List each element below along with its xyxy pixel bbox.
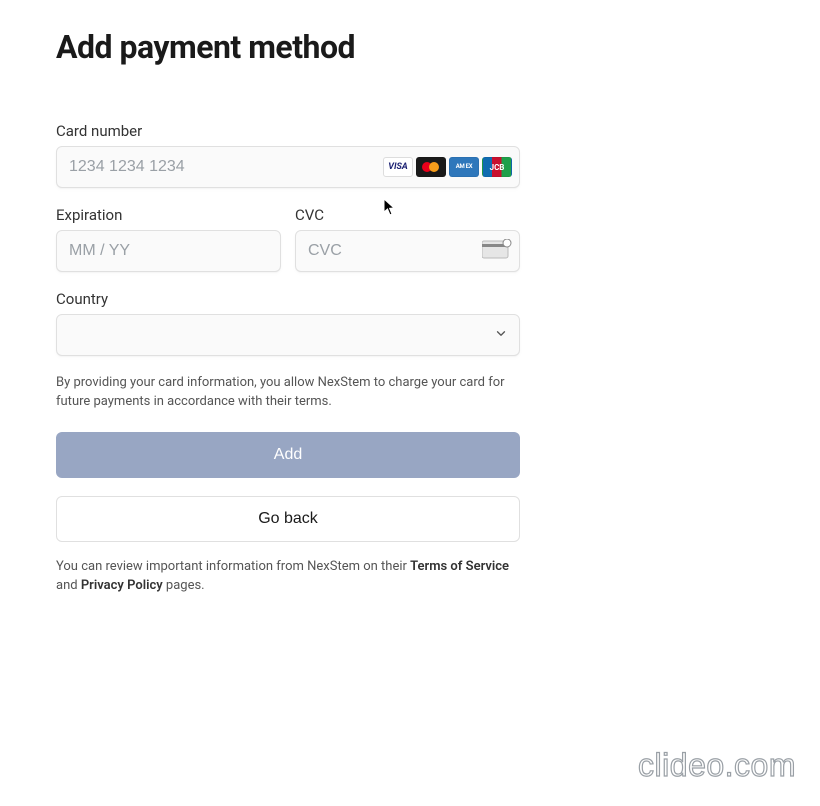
go-back-button[interactable]: Go back <box>56 496 520 542</box>
add-button[interactable]: Add <box>56 432 520 478</box>
legal-text: You can review important information fro… <box>56 558 520 596</box>
watermark: clideo.com <box>638 747 796 784</box>
privacy-policy-link[interactable]: Privacy Policy <box>81 578 163 593</box>
visa-icon: VISA <box>383 157 413 177</box>
page-title: Add payment method <box>56 28 764 66</box>
country-select[interactable] <box>56 314 520 356</box>
disclosure-text: By providing your card information, you … <box>56 374 520 412</box>
terms-of-service-link[interactable]: Terms of Service <box>410 559 509 574</box>
payment-form: Card number VISA AM EX JCB Expiration CV… <box>56 122 520 595</box>
legal-conj: and <box>56 578 81 593</box>
cvc-card-icon <box>482 239 512 263</box>
jcb-icon: JCB <box>482 157 512 177</box>
cvc-label: CVC <box>295 206 520 224</box>
card-number-label: Card number <box>56 122 520 140</box>
expiration-input[interactable] <box>56 230 281 272</box>
amex-icon: AM EX <box>449 157 479 177</box>
mastercard-icon <box>416 157 446 177</box>
country-label: Country <box>56 290 520 308</box>
card-brand-icons: VISA AM EX JCB <box>383 157 512 177</box>
expiration-label: Expiration <box>56 206 281 224</box>
legal-suffix: pages. <box>163 578 205 593</box>
legal-prefix: You can review important information fro… <box>56 559 410 574</box>
